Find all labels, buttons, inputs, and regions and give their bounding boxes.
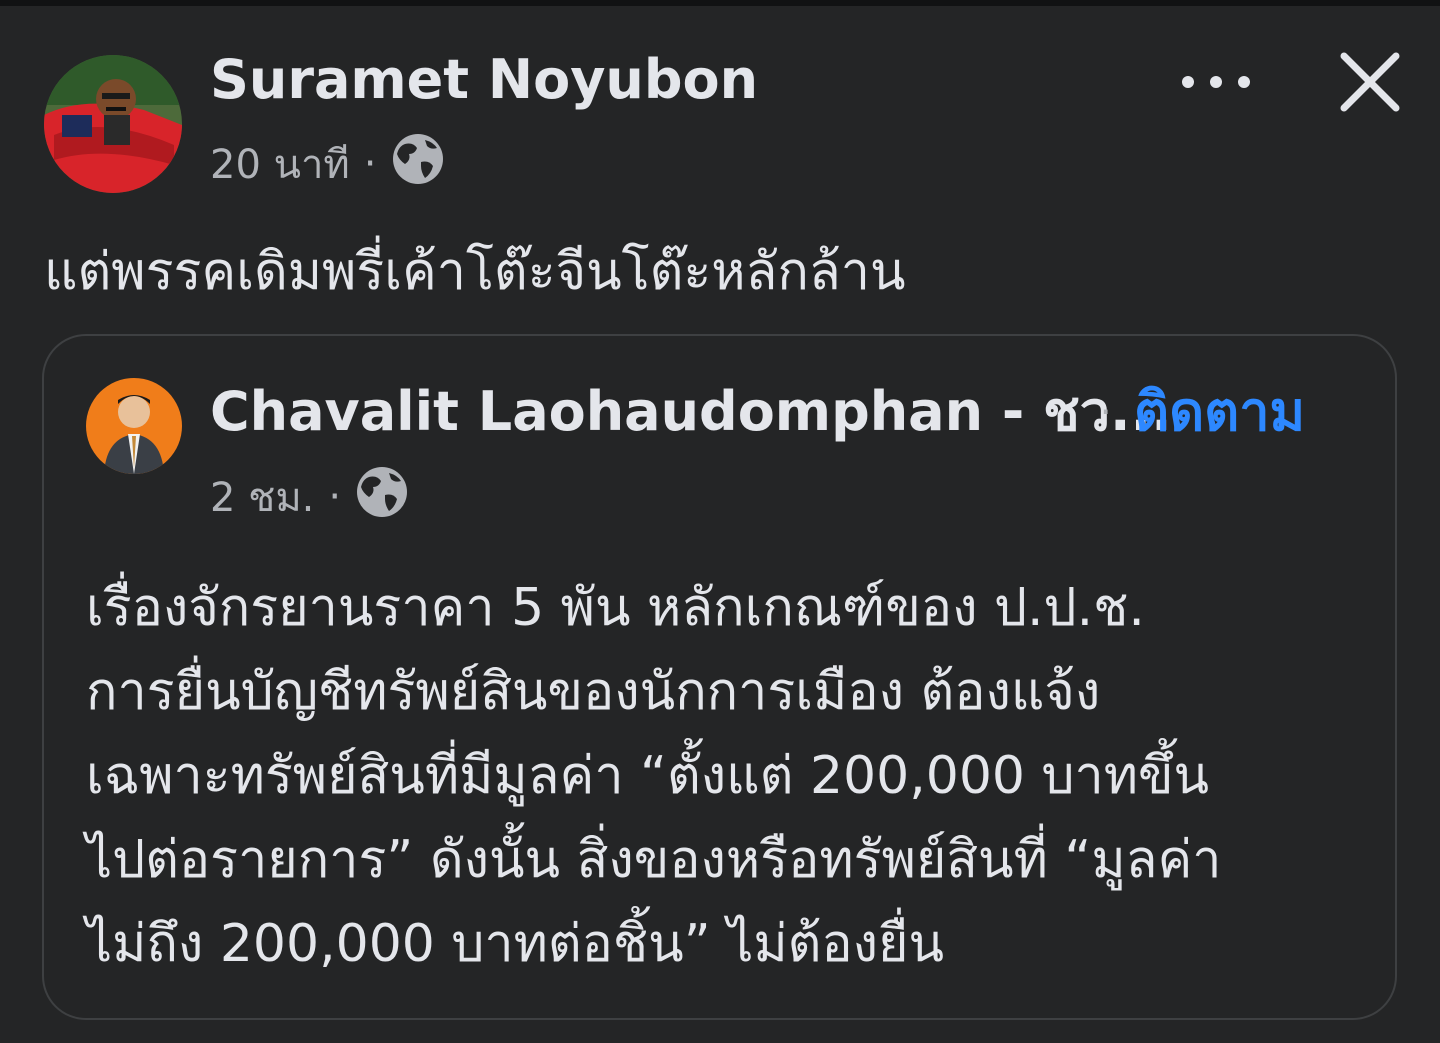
shared-post-time[interactable]: 2 ชม. [210, 465, 314, 529]
shared-header-separator-wrap: · [1100, 386, 1111, 438]
shared-post-meta: 2 ชม. · [210, 465, 409, 529]
close-button[interactable] [1336, 48, 1404, 116]
shared-author-name[interactable]: Chavalit Laohaudomphan - ชว... [210, 376, 1172, 448]
author-name[interactable]: Suramet Noyubon [210, 44, 758, 116]
more-options-button[interactable] [1176, 52, 1260, 112]
shared-post-line: การยื่นบัญชีทรัพย์สินของนักการเมือง ต้อง… [86, 662, 1101, 722]
author-avatar[interactable] [44, 55, 182, 193]
shared-post-body: เรื่องจักรยานราคา 5 พัน หลักเกณฑ์ของ ป.ป… [86, 566, 1221, 986]
post-text: แต่พรรคเดิมพรี่เค้าโต๊ะจีนโต๊ะหลักล้าน [44, 242, 906, 302]
post-view: Suramet Noyubon 20 นาที · แต่พรรคเดิมพรี… [0, 0, 1440, 1043]
globe-icon [355, 465, 409, 529]
shared-post-line: เฉพาะทรัพย์สินที่มีมูลค่า “ตั้งแต่ 200,0… [86, 746, 1210, 806]
meta-separator: · [363, 141, 377, 187]
shared-meta-separator: · [328, 474, 342, 520]
shared-author-avatar[interactable] [86, 378, 182, 474]
globe-icon [391, 132, 445, 196]
follow-button[interactable]: ติดตาม [1134, 376, 1305, 448]
more-options-icon [1182, 76, 1250, 88]
shared-post-line: เรื่องจักรยานราคา 5 พัน หลักเกณฑ์ของ ป.ป… [86, 578, 1145, 638]
follow-separator: · [1100, 391, 1112, 433]
shared-post-line: ไม่ถึง 200,000 บาทต่อชิ้น” ไม่ต้องยื่น [86, 914, 945, 974]
post-meta: 20 นาที · [210, 134, 445, 194]
shared-post-line: ไปต่อรายการ” ดังนั้น สิ่งของหรือทรัพย์สิ… [86, 830, 1222, 890]
post-time[interactable]: 20 นาที [210, 132, 350, 196]
close-icon [1340, 52, 1400, 112]
